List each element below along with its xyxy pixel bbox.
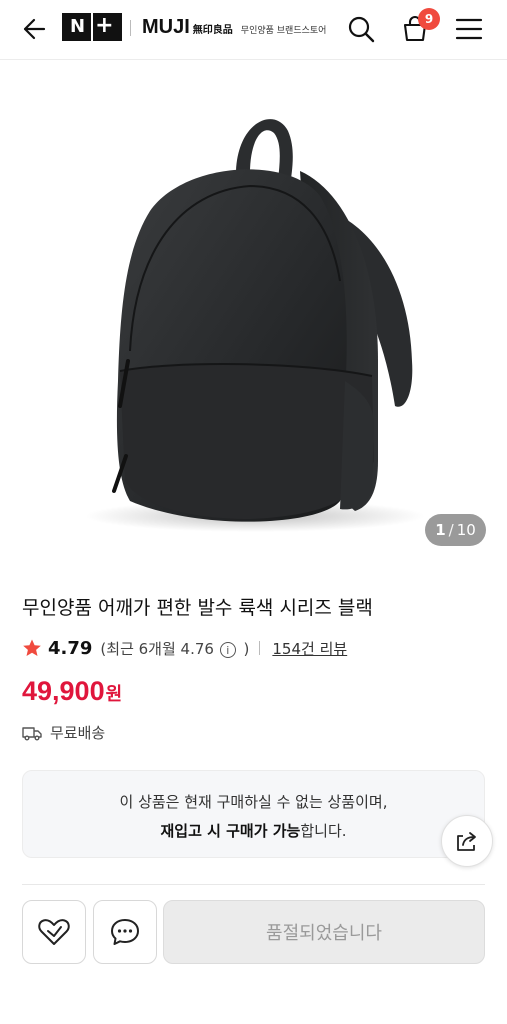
cart-count-badge: 9: [418, 8, 440, 30]
brand-kanji: 無印良品: [192, 25, 233, 36]
unavailable-notice: 이 상품은 현재 구매하실 수 없는 상품이며, 재입고 시 구매가 가능합니다…: [22, 770, 485, 858]
notice-line-2-rest: 합니다.: [300, 822, 347, 840]
nplus-logo-n: N: [62, 13, 92, 41]
chat-button[interactable]: [93, 900, 157, 964]
share-icon: [457, 832, 476, 851]
recent-rating-close: ): [243, 639, 250, 658]
brand-subtitle: 무인양품 브랜드스토어: [240, 26, 327, 36]
rating-value: 4.79: [48, 637, 93, 659]
info-icon[interactable]: i: [219, 642, 236, 658]
brand-name: MUJI: [142, 16, 190, 38]
wishlist-button[interactable]: [22, 900, 86, 964]
share-button[interactable]: [441, 815, 493, 867]
menu-icon[interactable]: [452, 12, 486, 46]
review-count-link[interactable]: 154건 리뷰: [272, 638, 347, 659]
truck-icon: [22, 726, 42, 740]
soldout-button[interactable]: 품절되었습니다: [163, 900, 485, 964]
backpack-product-image: [85, 119, 425, 532]
shipping-label: 무료배송: [50, 724, 106, 742]
image-counter: 1 / 10: [425, 514, 486, 546]
star-icon: [23, 639, 41, 656]
search-icon[interactable]: [344, 12, 378, 46]
product-image-carousel[interactable]: [0, 61, 507, 561]
cart-icon[interactable]: 9: [398, 8, 440, 46]
notice-restock-bold: 재입고 시 구매가 가능: [160, 822, 301, 840]
back-arrow-icon[interactable]: [18, 14, 48, 44]
product-price: 49,900 원: [22, 676, 122, 707]
image-counter-total: 10: [456, 521, 476, 539]
chat-bubble-icon: [111, 919, 139, 945]
shipping-info: 무료배송: [22, 722, 105, 743]
bottom-divider: [22, 884, 485, 885]
image-counter-separator: /: [448, 521, 454, 539]
notice-line-1: 이 상품은 현재 구매하실 수 없는 상품이며,: [119, 793, 388, 811]
nplus-logo-plus: +: [93, 13, 122, 41]
image-counter-current: 1: [435, 521, 446, 539]
product-title: 무인양품 어깨가 편한 발수 륙색 시리즈 블랙: [22, 597, 373, 619]
recent-rating: (최근 6개월 4.76 i ): [100, 638, 249, 659]
price-amount: 49,900: [22, 676, 105, 706]
top-header: N + MUJI 無印良品 무인양품 브랜드스토어 9: [0, 0, 507, 60]
rating-divider: [259, 641, 261, 655]
nplus-logo[interactable]: N +: [62, 13, 122, 41]
header-divider: [130, 20, 131, 36]
notice-line-2: 재입고 시 구매가 가능합니다.: [23, 820, 484, 841]
heart-icon: [38, 919, 70, 945]
price-currency: 원: [105, 684, 123, 705]
rating-row: 4.79 (최근 6개월 4.76 i ) 154건 리뷰: [22, 636, 347, 660]
muji-brand-logo[interactable]: MUJI 無印良品 무인양품 브랜드스토어: [142, 16, 326, 39]
recent-rating-text: (최근 6개월 4.76: [100, 639, 214, 658]
